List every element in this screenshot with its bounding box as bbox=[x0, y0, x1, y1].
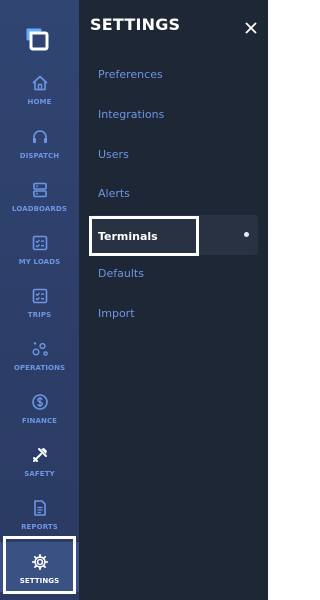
document-icon bbox=[30, 498, 50, 518]
menu-item-preferences[interactable]: Preferences bbox=[98, 68, 163, 81]
dollar-icon bbox=[30, 392, 50, 412]
icon-rail: HOME DISPATCH LOADBOARDS MY LOADS TRIPS bbox=[0, 0, 79, 600]
nav-item-trips[interactable]: TRIPS bbox=[0, 286, 79, 336]
nav-label-loadboards: LOADBOARDS bbox=[12, 205, 67, 213]
nav-item-dispatch[interactable]: DISPATCH bbox=[0, 127, 79, 177]
headset-icon bbox=[30, 127, 50, 147]
tools-icon bbox=[30, 445, 50, 465]
menu-item-defaults[interactable]: Defaults bbox=[98, 267, 144, 280]
server-icon bbox=[30, 180, 50, 200]
close-button[interactable] bbox=[243, 20, 259, 36]
active-indicator-dot bbox=[244, 232, 249, 237]
nav-item-loadboards[interactable]: LOADBOARDS bbox=[0, 180, 79, 230]
nav-label-my-loads: MY LOADS bbox=[18, 258, 61, 266]
nav-item-my-loads[interactable]: MY LOADS bbox=[0, 233, 79, 283]
nav-label-home: HOME bbox=[27, 98, 52, 106]
menu-item-integrations[interactable]: Integrations bbox=[98, 108, 164, 121]
nav-item-operations[interactable]: OPERATIONS bbox=[0, 339, 79, 389]
nav-label-trips: TRIPS bbox=[27, 311, 52, 319]
panel-title: SETTINGS bbox=[90, 15, 181, 34]
nav-label-safety: SAFETY bbox=[24, 470, 55, 478]
menu-item-terminals-label: Terminals bbox=[98, 229, 158, 243]
nodes-icon bbox=[30, 339, 50, 359]
nav-item-home[interactable]: HOME bbox=[0, 73, 79, 123]
logo-icon[interactable] bbox=[26, 27, 52, 53]
active-nav-highlight bbox=[3, 536, 76, 594]
nav-item-safety[interactable]: SAFETY bbox=[0, 445, 79, 495]
home-icon bbox=[30, 73, 50, 93]
checklist-icon bbox=[30, 286, 50, 306]
nav-label-finance: FINANCE bbox=[21, 417, 58, 425]
menu-item-alerts[interactable]: Alerts bbox=[98, 187, 130, 200]
menu-item-users[interactable]: Users bbox=[98, 148, 129, 161]
nav-label-dispatch: DISPATCH bbox=[19, 152, 60, 160]
menu-item-import[interactable]: Import bbox=[98, 307, 135, 320]
checklist-icon bbox=[30, 233, 50, 253]
nav-label-reports: REPORTS bbox=[21, 523, 58, 531]
app-window: HOME DISPATCH LOADBOARDS MY LOADS TRIPS bbox=[0, 0, 268, 600]
nav-item-finance[interactable]: FINANCE bbox=[0, 392, 79, 442]
close-icon bbox=[245, 22, 257, 34]
settings-panel: SETTINGS Preferences Integrations Users … bbox=[79, 0, 268, 600]
menu-item-terminals[interactable]: Terminals bbox=[89, 216, 199, 256]
nav-label-operations: OPERATIONS bbox=[13, 364, 66, 372]
